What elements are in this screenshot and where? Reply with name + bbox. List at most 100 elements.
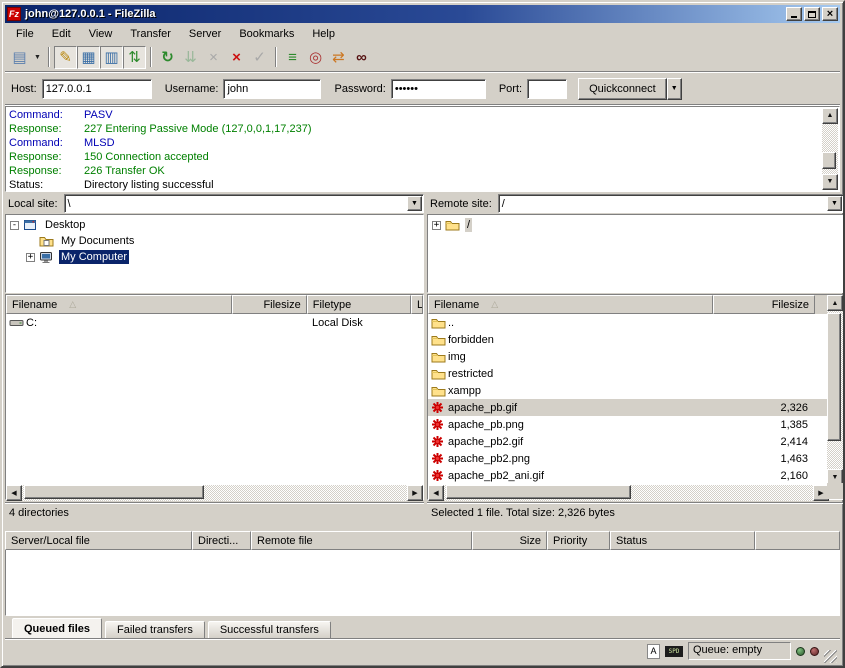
cancel-transfer-icon[interactable]: ×: [202, 46, 225, 69]
menu-bookmarks[interactable]: Bookmarks: [230, 26, 303, 42]
synchronized-browsing-icon[interactable]: ⇄: [327, 46, 350, 69]
local-horizontal-scrollbar[interactable]: ◀ ▶: [6, 485, 423, 501]
queue-column-header-priority[interactable]: Priority: [547, 531, 610, 550]
queue-body[interactable]: [5, 550, 840, 616]
local-tree-toggle-icon[interactable]: ▦: [77, 46, 100, 69]
host-input[interactable]: [42, 79, 152, 99]
scrollbar-thumb[interactable]: [827, 313, 841, 441]
scroll-right-icon[interactable]: ▶: [407, 485, 423, 501]
scrollbar-thumb[interactable]: [24, 485, 204, 499]
port-input[interactable]: [527, 79, 567, 99]
tree-item-desktop[interactable]: -Desktop: [6, 217, 423, 233]
local-site-combo[interactable]: \ ▼: [64, 194, 424, 213]
queue-column-header-server-local-file[interactable]: Server/Local file: [5, 531, 192, 550]
tree-expander-icon[interactable]: -: [10, 221, 19, 230]
tab-successful-transfers[interactable]: Successful transfers: [208, 621, 331, 639]
local-file-list: Filename△FilesizeFiletypeL C:Local Disk …: [5, 294, 424, 500]
queue-column-header-size[interactable]: Size: [472, 531, 547, 550]
username-input[interactable]: [223, 79, 321, 99]
file-row-xampp[interactable]: xampp: [428, 382, 829, 399]
column-header-l[interactable]: L: [411, 295, 423, 314]
directory-filter-icon[interactable]: ≡: [281, 46, 304, 69]
quickconnect-button[interactable]: Quickconnect: [578, 78, 667, 100]
file-row-apache-pb2-gif[interactable]: apache_pb2.gif2,414: [428, 433, 829, 450]
tree-item-item[interactable]: +/: [428, 217, 843, 233]
scroll-down-icon[interactable]: ▼: [822, 174, 838, 190]
site-manager-dropdown-icon[interactable]: ▼: [31, 46, 44, 69]
menu-file[interactable]: File: [7, 26, 43, 42]
remote-tree-toggle-icon[interactable]: ▥: [100, 46, 123, 69]
file-row-apache-pb-png[interactable]: apache_pb.png1,385: [428, 416, 829, 433]
file-name: apache_pb.png: [448, 419, 524, 431]
scrollbar-thumb[interactable]: [822, 152, 836, 169]
resize-grip[interactable]: [824, 650, 837, 663]
desktop-icon: [23, 219, 40, 232]
column-header-filetype[interactable]: Filetype: [307, 295, 411, 314]
find-files-icon[interactable]: ∞: [350, 46, 373, 69]
remote-vertical-scrollbar[interactable]: ▲ ▼: [827, 295, 843, 485]
file-cell: 2,160: [713, 470, 815, 482]
maximize-button[interactable]: [804, 7, 820, 21]
local-list-body: C:Local Disk: [6, 314, 423, 485]
menu-server[interactable]: Server: [180, 26, 230, 42]
minimize-icon: [791, 16, 797, 18]
file-row-img[interactable]: img: [428, 348, 829, 365]
chevron-down-icon[interactable]: ▼: [407, 196, 422, 211]
folder-icon: [431, 334, 448, 346]
reconnect-icon[interactable]: ✓: [248, 46, 271, 69]
queue-view-toggle-icon[interactable]: ⇅: [123, 46, 146, 69]
queue-column-header-status[interactable]: Status: [610, 531, 755, 550]
scroll-up-icon[interactable]: ▲: [822, 108, 838, 124]
app-icon: Fz: [7, 7, 21, 21]
queue-column-header-directi[interactable]: Directi...: [192, 531, 251, 550]
quickconnect-dropdown-icon[interactable]: ▼: [667, 78, 682, 100]
minimize-button[interactable]: [786, 7, 802, 21]
folder-icon: [431, 317, 448, 329]
remote-list-header: Filename△Filesize: [428, 295, 829, 314]
file-row-apache-pb2-png[interactable]: apache_pb2.png1,463: [428, 450, 829, 467]
data-type-icon[interactable]: A: [647, 644, 660, 659]
column-header-filename[interactable]: Filename△: [6, 295, 232, 314]
remote-site-combo[interactable]: / ▼: [498, 194, 844, 213]
menu-edit[interactable]: Edit: [43, 26, 80, 42]
refresh-icon[interactable]: ↻: [156, 46, 179, 69]
remote-horizontal-scrollbar[interactable]: ◀ ▶: [428, 485, 829, 501]
menu-help[interactable]: Help: [303, 26, 344, 42]
tree-item-my-computer[interactable]: +My Computer: [6, 249, 423, 265]
tab-failed-transfers[interactable]: Failed transfers: [105, 621, 205, 639]
file-row-forbidden[interactable]: forbidden: [428, 331, 829, 348]
file-name: forbidden: [448, 334, 494, 346]
title-bar[interactable]: Fz john@127.0.0.1 - FileZilla ×: [5, 5, 840, 23]
file-row-c[interactable]: C:Local Disk: [6, 314, 423, 331]
site-manager-icon[interactable]: ▤: [8, 46, 31, 69]
directory-comparison-icon[interactable]: ◎: [304, 46, 327, 69]
file-row-apache-pb2-ani-gif[interactable]: apache_pb2_ani.gif2,160: [428, 467, 829, 484]
column-header-filename[interactable]: Filename△: [428, 295, 713, 314]
column-header-filesize[interactable]: Filesize: [713, 295, 815, 314]
menu-transfer[interactable]: Transfer: [121, 26, 180, 42]
process-queue-icon[interactable]: ⇊: [179, 46, 202, 69]
log-line-label: Command:: [9, 136, 84, 150]
scroll-up-icon[interactable]: ▲: [827, 295, 843, 311]
queue-column-header-remote-file[interactable]: Remote file: [251, 531, 472, 550]
file-row-restricted[interactable]: restricted: [428, 365, 829, 382]
file-row-apache-pb-gif[interactable]: apache_pb.gif2,326: [428, 399, 829, 416]
scroll-left-icon[interactable]: ◀: [428, 485, 444, 501]
scroll-left-icon[interactable]: ◀: [6, 485, 22, 501]
log-line: Command:MLSD: [9, 136, 821, 150]
tree-expander-icon[interactable]: +: [432, 221, 441, 230]
password-input[interactable]: [391, 79, 486, 99]
tree-expander-icon[interactable]: +: [26, 253, 35, 262]
scrollbar-thumb[interactable]: [446, 485, 631, 499]
log-scrollbar[interactable]: ▲ ▼: [822, 108, 838, 190]
message-log-toggle-icon[interactable]: ✎: [54, 46, 77, 69]
column-header-filesize[interactable]: Filesize: [232, 295, 306, 314]
chevron-down-icon[interactable]: ▼: [827, 196, 842, 211]
menu-view[interactable]: View: [80, 26, 122, 42]
speed-limit-icon[interactable]: SPD: [665, 646, 683, 657]
tab-queued-files[interactable]: Queued files: [12, 618, 102, 639]
tree-item-my-documents[interactable]: My Documents: [6, 233, 423, 249]
disconnect-icon[interactable]: ×: [225, 46, 248, 69]
close-button[interactable]: ×: [822, 7, 838, 21]
file-row-item[interactable]: ..: [428, 314, 829, 331]
